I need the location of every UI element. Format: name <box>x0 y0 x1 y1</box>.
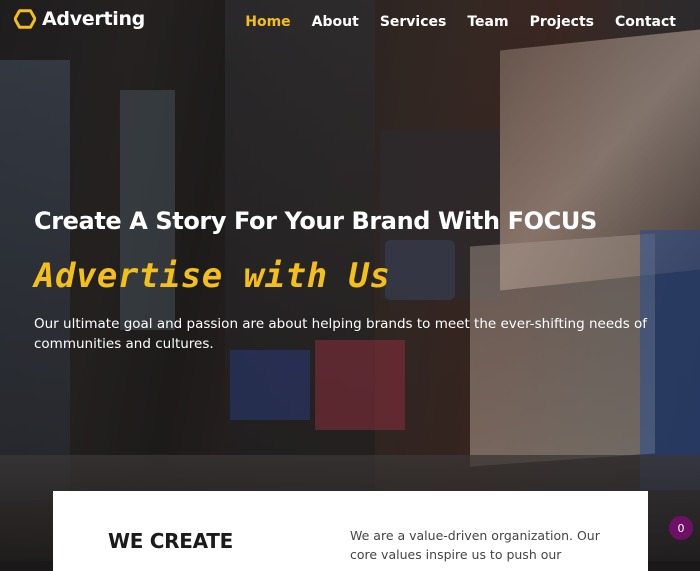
nav-item-projects[interactable]: Projects <box>530 14 594 30</box>
brand-name: Adverting <box>42 8 145 30</box>
main-navigation: Home About Services Team Projects Contac… <box>224 14 676 30</box>
nav-item-services[interactable]: Services <box>380 14 447 30</box>
brand-logo-link[interactable]: Adverting <box>14 8 145 30</box>
nav-item-contact[interactable]: Contact <box>615 14 676 30</box>
nav-item-team[interactable]: Team <box>467 14 508 30</box>
hero-script-heading: Advertise with Us <box>34 256 391 296</box>
background-billboard <box>640 230 700 490</box>
nav-item-home[interactable]: Home <box>245 14 290 30</box>
notification-badge[interactable]: 0 <box>669 516 693 540</box>
background-billboard <box>230 350 310 420</box>
hero-title: Create A Story For Your Brand With FOCUS <box>34 207 597 235</box>
hexagon-icon <box>14 9 36 29</box>
hero-description: Our ultimate goal and passion are about … <box>34 316 648 352</box>
about-card: WE CREATE We are a value-driven organiza… <box>53 491 648 571</box>
about-heading: WE CREATE <box>108 529 233 553</box>
about-text: We are a value-driven organization. Our … <box>350 528 600 562</box>
nav-item-about[interactable]: About <box>312 14 359 30</box>
background-billboard <box>385 240 455 300</box>
